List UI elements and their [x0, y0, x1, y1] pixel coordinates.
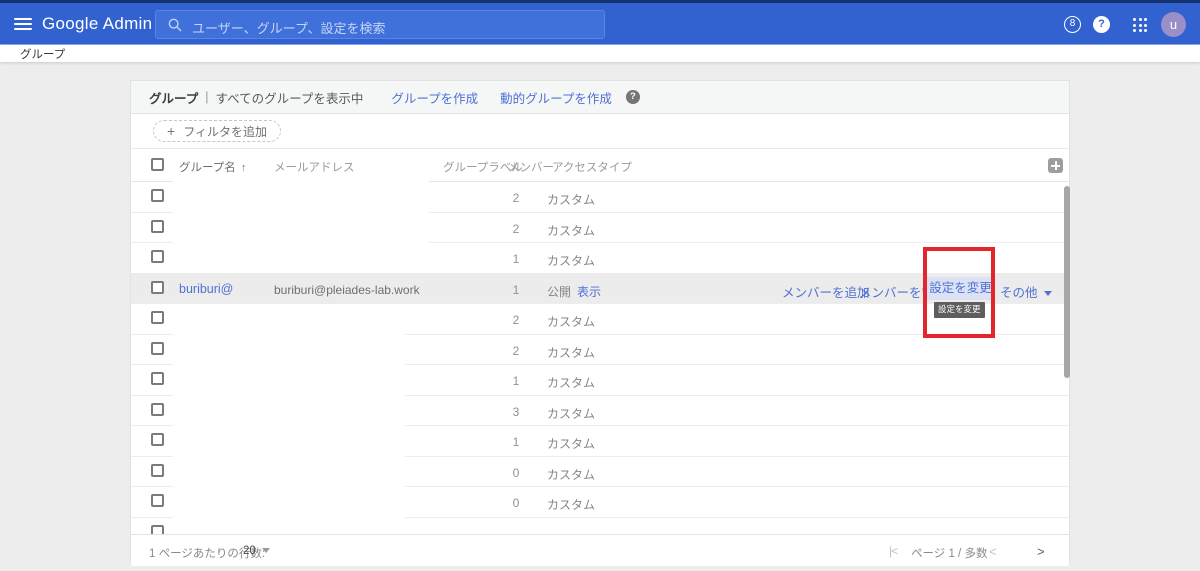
apps-grid-icon[interactable]	[1133, 18, 1147, 32]
breadcrumb[interactable]: グループ	[20, 46, 65, 62]
access-type-cell: カスタム	[547, 498, 596, 512]
row-checkbox[interactable]	[151, 524, 164, 534]
access-view-link[interactable]: 表示	[577, 285, 601, 299]
add-members-link[interactable]: メンバーを追加	[782, 282, 870, 301]
members-cell: 3	[512, 404, 520, 419]
members-cell: 2	[512, 191, 520, 205]
row-checkbox[interactable]	[151, 372, 164, 385]
title-separator: |	[205, 90, 209, 104]
add-filter-label: フィルタを追加	[183, 124, 267, 139]
row-checkbox[interactable]	[151, 250, 164, 263]
select-all-checkbox[interactable]	[151, 158, 164, 171]
sort-ascending-icon: ↑	[240, 162, 247, 174]
chevron-down-icon	[261, 548, 270, 553]
members-cell: 0	[512, 465, 520, 480]
column-header-name[interactable]: グループ名 ↑	[179, 159, 246, 175]
search-icon	[168, 18, 182, 32]
settings-tooltip: 設定を変更	[934, 302, 985, 318]
plus-icon: +	[167, 123, 176, 139]
row-checkbox[interactable]	[151, 311, 164, 324]
access-type-cell: カスタム	[547, 345, 596, 360]
members-cell: 2	[512, 343, 520, 358]
members-cell: 1	[512, 435, 520, 449]
create-dynamic-group-link[interactable]: 動的グループを作成	[500, 88, 612, 107]
product-logo: Google Admin	[42, 14, 153, 33]
row-checkbox[interactable]	[151, 341, 164, 355]
table-footer: 1 ページあたりの行数: 20 |< ページ 1 / 多数 < >	[131, 534, 1069, 566]
alerts-icon[interactable]: 8	[1064, 16, 1081, 33]
manage-columns-icon[interactable]	[1048, 158, 1063, 173]
group-name-link[interactable]: buriburi@	[179, 282, 233, 296]
chevron-down-icon	[1043, 290, 1052, 296]
app-bar: Google Admin ユーザー、グループ、設定を検索 8 ? u	[0, 3, 1200, 45]
access-type-cell: カスタム	[547, 376, 596, 390]
filter-row: + フィルタを追加	[131, 114, 1069, 149]
row-checkbox[interactable]	[151, 463, 164, 477]
row-checkbox[interactable]	[151, 189, 164, 202]
access-type-cell: カスタム	[547, 254, 596, 268]
change-settings-link[interactable]: 設定を変更	[927, 277, 994, 300]
members-cell: 1	[512, 282, 520, 297]
previous-page-icon[interactable]: <	[989, 544, 997, 559]
access-type-cell: カスタム	[547, 193, 596, 207]
access-type-cell: カスタム	[547, 406, 596, 421]
page-title: グループ	[149, 91, 199, 106]
row-checkbox[interactable]	[151, 402, 164, 416]
column-header-members[interactable]: メンバー	[508, 159, 554, 175]
row-checkbox[interactable]	[151, 494, 164, 507]
row-checkbox[interactable]	[151, 280, 164, 294]
table-header-row: グループ名 ↑ メールアドレス グループラベル メンバー アクセスタイプ	[131, 149, 1069, 182]
members-cell: 1	[512, 374, 520, 388]
group-email-cell: buriburi@pleiades-lab.work	[274, 282, 420, 297]
help-icon[interactable]: ?	[1093, 16, 1110, 33]
scrollbar-thumb[interactable]	[1064, 186, 1070, 378]
redaction-overlay-top	[173, 181, 429, 272]
access-type-cell: カスタム	[547, 437, 596, 451]
access-type-cell: カスタム	[547, 315, 596, 329]
table-row-hovered: buriburi@ buriburi@pleiades-lab.work 1 公…	[131, 273, 1069, 304]
row-checkbox[interactable]	[151, 219, 164, 233]
search-input[interactable]: ユーザー、グループ、設定を検索	[155, 10, 605, 39]
column-header-access-type[interactable]: アクセスタイプ	[552, 159, 632, 175]
members-cell: 2	[512, 313, 520, 327]
access-type-cell: カスタム	[547, 223, 596, 238]
column-header-email[interactable]: メールアドレス	[274, 159, 355, 175]
avatar[interactable]: u	[1161, 12, 1186, 37]
panel-help-icon[interactable]: ?	[625, 90, 640, 104]
filter-status: すべてのグループを表示中	[215, 91, 364, 106]
groups-panel: グループ | すべてのグループを表示中 グループを作成 動的グループを作成 ? …	[130, 80, 1070, 566]
members-cell: 2	[512, 221, 520, 236]
page-status: ページ 1 / 多数	[911, 548, 988, 560]
row-checkbox[interactable]	[151, 433, 164, 446]
access-type-cell: カスタム	[547, 467, 596, 482]
redaction-overlay-bottom	[173, 305, 405, 528]
rows-per-page-select[interactable]: 20	[243, 545, 270, 557]
search-placeholder: ユーザー、グループ、設定を検索	[192, 21, 386, 36]
members-cell: 1	[512, 252, 520, 266]
more-menu-link[interactable]: その他	[1000, 282, 1052, 301]
first-page-icon[interactable]: |<	[889, 544, 898, 558]
menu-icon[interactable]	[14, 18, 32, 30]
panel-titlebar: グループ | すべてのグループを表示中 グループを作成 動的グループを作成 ?	[131, 81, 1069, 114]
members-cell: 0	[512, 496, 520, 510]
breadcrumb-bar: グループ	[0, 45, 1200, 62]
create-group-link[interactable]: グループを作成	[391, 88, 478, 107]
access-type-cell: 公開 表示	[547, 284, 602, 299]
add-filter-button[interactable]: + フィルタを追加	[153, 120, 281, 142]
next-page-icon[interactable]: >	[1037, 544, 1045, 559]
